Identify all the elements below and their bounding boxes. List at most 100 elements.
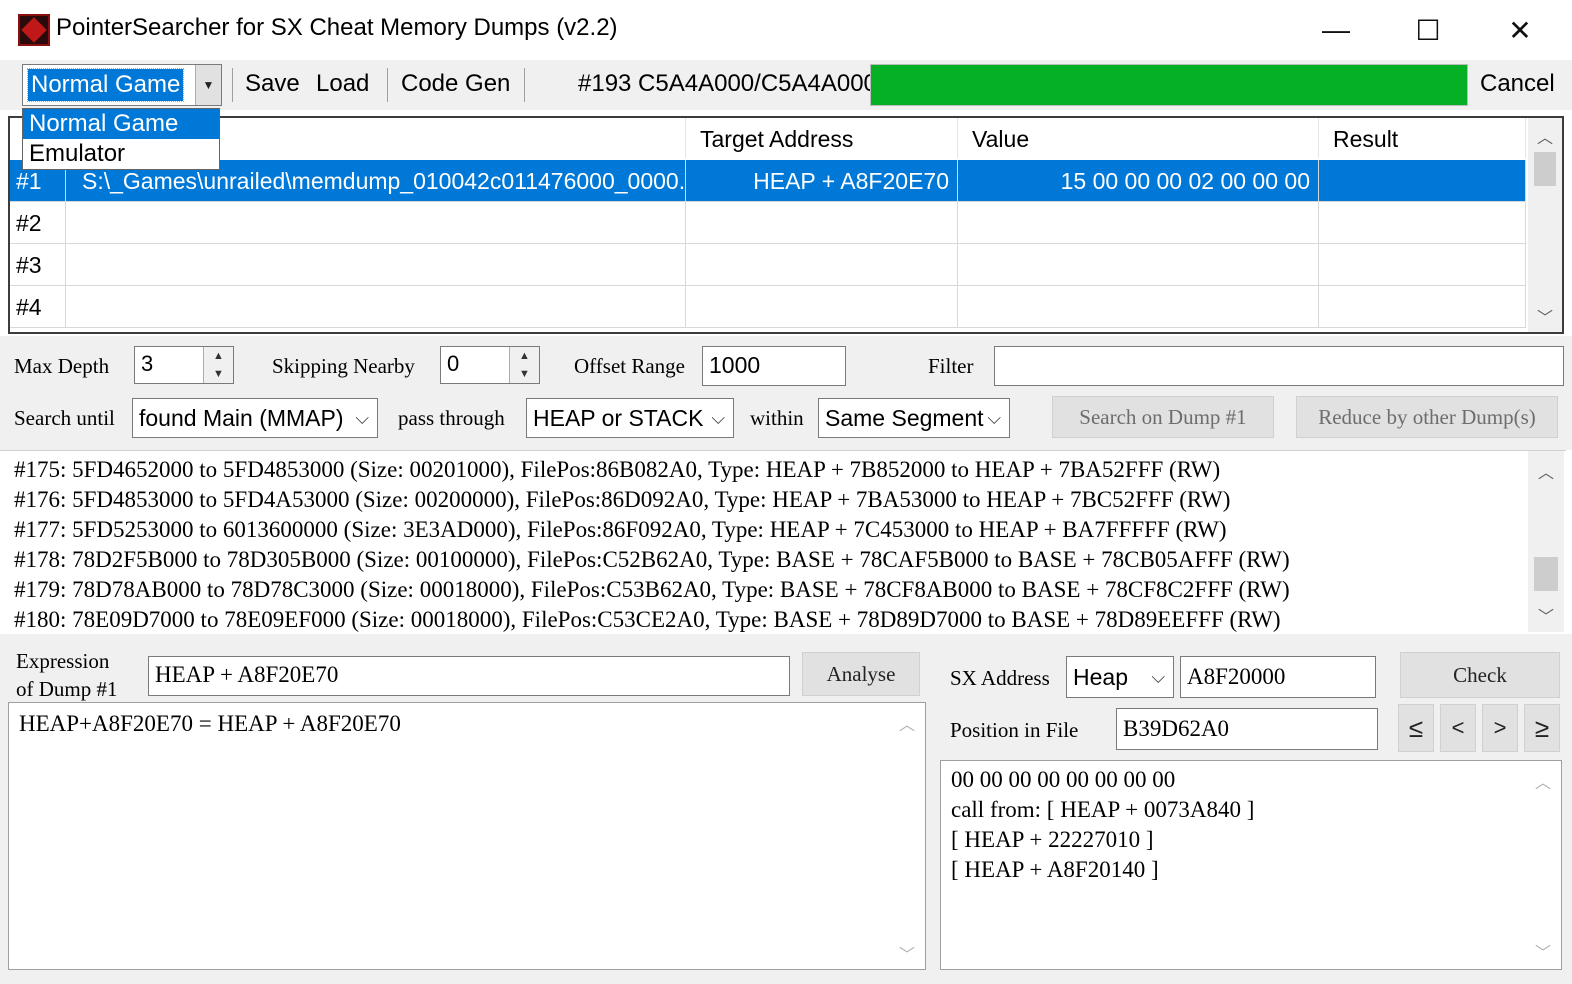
row-id: #2	[10, 202, 66, 244]
previous-position-button[interactable]: <	[1440, 704, 1476, 752]
next-position-button[interactable]: >	[1482, 704, 1518, 752]
load-button[interactable]: Load	[316, 66, 369, 102]
window-title: PointerSearcher for SX Cheat Memory Dump…	[56, 14, 618, 41]
analyse-button[interactable]: Analyse	[802, 652, 920, 696]
target-address[interactable]	[686, 286, 958, 328]
log-line: #179: 78D78AB000 to 78D78C3000 (Size: 00…	[14, 577, 1290, 602]
column-header-target-address[interactable]: Target Address	[686, 118, 958, 158]
segment-value: Heap	[1073, 664, 1128, 690]
value-cell[interactable]	[958, 244, 1319, 286]
reduce-by-other-dumps-button[interactable]: Reduce by other Dump(s)	[1296, 396, 1558, 438]
column-header-value[interactable]: Value	[958, 118, 1319, 158]
pass-through-select[interactable]: HEAP or STACK ⌵	[526, 398, 734, 438]
position-in-file-input[interactable]: B39D62A0	[1116, 708, 1378, 750]
save-button[interactable]: Save	[245, 66, 300, 102]
mode-select[interactable]: Normal Game ▼	[22, 64, 222, 106]
close-icon[interactable]: ✕	[1474, 0, 1566, 60]
cancel-button[interactable]: Cancel	[1480, 66, 1555, 102]
scroll-down-icon[interactable]: ﹀	[1528, 304, 1562, 328]
title-bar: PointerSearcher for SX Cheat Memory Dump…	[0, 0, 1572, 60]
chevron-down-icon: ⌵	[711, 408, 725, 428]
result-cell[interactable]	[1319, 160, 1526, 202]
expression-label-line2: of Dump #1	[16, 677, 118, 701]
segment-select[interactable]: Heap ⌵	[1066, 656, 1174, 698]
minimize-icon[interactable]: —	[1290, 0, 1382, 60]
scroll-up-icon[interactable]: ︿	[1528, 124, 1562, 148]
target-address[interactable]	[686, 202, 958, 244]
expression-input[interactable]: HEAP + A8F20E70	[148, 656, 790, 696]
log-line: #180: 78E09D7000 to 78E09EF000 (Size: 00…	[14, 607, 1281, 632]
scrollbar-thumb[interactable]	[1534, 152, 1556, 186]
result-cell[interactable]	[1319, 244, 1526, 286]
code-gen-button[interactable]: Code Gen	[401, 66, 510, 102]
scroll-down-icon[interactable]: ﹀	[889, 941, 925, 965]
within-select[interactable]: Same Segment ⌵	[818, 398, 1010, 438]
search-on-dump-button[interactable]: Search on Dump #1	[1052, 396, 1274, 438]
chevron-down-icon: ⌵	[1151, 667, 1165, 687]
table-row[interactable]: #2	[10, 202, 1526, 244]
app-icon	[18, 14, 50, 46]
address-result-line: [ HEAP + A8F20140 ]	[951, 857, 1159, 882]
mode-option-emulator[interactable]: Emulator	[23, 139, 219, 169]
stepper-up-icon[interactable]: ▲	[509, 347, 539, 365]
row-id: #3	[10, 244, 66, 286]
column-header-result[interactable]: Result	[1319, 118, 1526, 158]
check-button[interactable]: Check	[1400, 652, 1560, 698]
result-cell[interactable]	[1319, 202, 1526, 244]
filter-label: Filter	[928, 354, 974, 378]
expression-result-panel[interactable]: HEAP+A8F20E70 = HEAP + A8F20E70 ︿ ﹀	[8, 702, 926, 970]
offset-range-input[interactable]: 1000	[702, 346, 846, 386]
skipping-nearby-value: 0	[447, 351, 460, 376]
dump-path[interactable]	[66, 202, 686, 244]
dump-path[interactable]	[66, 244, 686, 286]
dump-path[interactable]	[66, 286, 686, 328]
result-cell[interactable]	[1319, 286, 1526, 328]
stepper-down-icon[interactable]: ▼	[509, 365, 539, 383]
memory-map-log[interactable]: #175: 5FD4652000 to 5FD4853000 (Size: 00…	[0, 450, 1566, 632]
value-cell[interactable]	[958, 286, 1319, 328]
toolbar-separator	[232, 68, 233, 102]
scroll-up-icon[interactable]: ︿	[1528, 459, 1564, 483]
max-depth-stepper[interactable]: 3 ▲ ▼	[134, 346, 234, 384]
scroll-up-icon[interactable]: ︿	[889, 711, 925, 735]
value-cell[interactable]: 15 00 00 00 02 00 00 00	[958, 160, 1319, 202]
target-address[interactable]: HEAP + A8F20E70	[686, 160, 958, 202]
chevron-down-icon[interactable]: ▼	[195, 65, 221, 105]
address-result-line: [ HEAP + 22227010 ]	[951, 827, 1154, 852]
stepper-down-icon[interactable]: ▼	[203, 365, 233, 383]
expression-scrollbar[interactable]: ︿ ﹀	[889, 703, 925, 969]
mode-select-value: Normal Game	[26, 68, 185, 102]
filter-input[interactable]	[994, 346, 1564, 386]
maximize-icon[interactable]: ☐	[1382, 0, 1474, 60]
search-until-label: Search until	[14, 406, 115, 430]
progress-bar	[870, 64, 1468, 106]
table-row[interactable]: #1 S:\_Games\unrailed\memdump_010042c011…	[10, 160, 1526, 202]
scroll-down-icon[interactable]: ﹀	[1525, 939, 1561, 963]
sx-address-input[interactable]: A8F20000	[1180, 656, 1376, 698]
pass-through-value: HEAP or STACK	[533, 405, 704, 431]
table-row[interactable]: #4	[10, 286, 1526, 328]
address-result-panel[interactable]: 00 00 00 00 00 00 00 00 call from: [ HEA…	[940, 760, 1562, 970]
mode-option-normal-game[interactable]: Normal Game	[23, 109, 219, 139]
expression-label-line1: Expression	[16, 649, 110, 673]
sx-address-label: SX Address	[950, 666, 1050, 690]
last-position-button[interactable]: ≥	[1524, 704, 1560, 752]
table-scrollbar[interactable]: ︿ ﹀	[1528, 118, 1562, 332]
search-until-value: found Main (MMAP)	[139, 405, 344, 431]
log-scrollbar[interactable]: ︿ ﹀	[1528, 451, 1564, 632]
search-until-select[interactable]: found Main (MMAP) ⌵	[132, 398, 378, 438]
first-position-button[interactable]: ≤	[1398, 704, 1434, 752]
scrollbar-thumb[interactable]	[1534, 557, 1558, 591]
scroll-down-icon[interactable]: ﹀	[1528, 603, 1564, 627]
address-result-line: call from: [ HEAP + 0073A840 ]	[951, 797, 1255, 822]
progress-status: #193 C5A4A000/C5A4A000	[578, 70, 877, 97]
stepper-up-icon[interactable]: ▲	[203, 347, 233, 365]
within-value: Same Segment	[825, 405, 984, 431]
max-depth-label: Max Depth	[14, 354, 110, 378]
table-row[interactable]: #3	[10, 244, 1526, 286]
address-result-scrollbar[interactable]: ︿ ﹀	[1525, 761, 1561, 969]
value-cell[interactable]	[958, 202, 1319, 244]
skipping-nearby-stepper[interactable]: 0 ▲ ▼	[440, 346, 540, 384]
scroll-up-icon[interactable]: ︿	[1525, 769, 1561, 793]
target-address[interactable]	[686, 244, 958, 286]
